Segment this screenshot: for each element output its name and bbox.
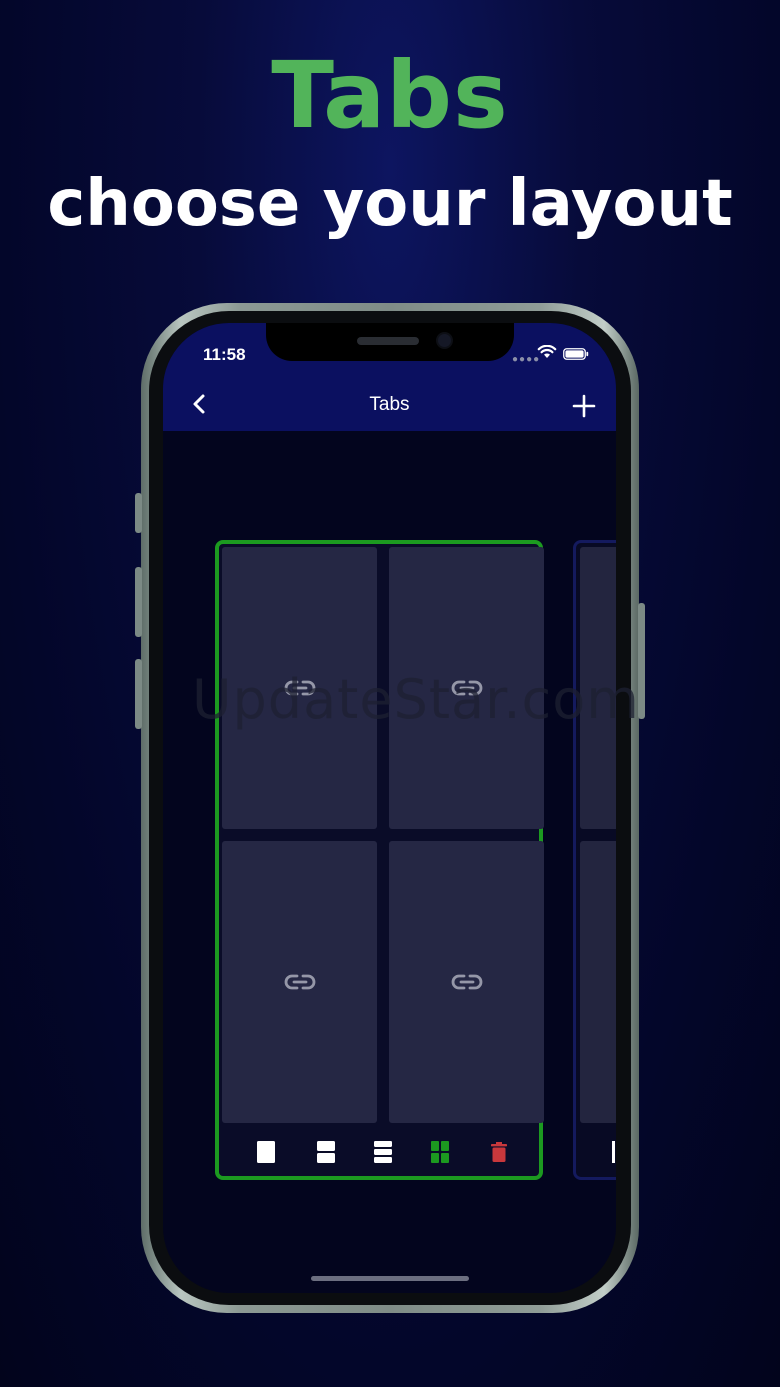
- front-camera: [438, 334, 451, 347]
- add-icon[interactable]: [571, 393, 597, 419]
- battery-icon: [563, 348, 589, 360]
- speaker-grille: [357, 337, 419, 345]
- phone-screen: 11:58 ●●●● Tabs: [163, 323, 616, 1293]
- notch: [266, 323, 514, 361]
- tab-pane: [580, 547, 616, 829]
- single-layout-icon[interactable]: [257, 1141, 275, 1163]
- volume-up-button: [135, 567, 142, 637]
- tab-pane[interactable]: [222, 547, 377, 829]
- tab-pane[interactable]: [389, 547, 544, 829]
- tab-pane: [580, 841, 616, 1123]
- next-tab-card[interactable]: [573, 540, 616, 1180]
- signal-icon: ●●●●: [512, 354, 541, 365]
- power-button: [638, 603, 645, 719]
- tab-pane[interactable]: [222, 841, 377, 1123]
- nav-title: Tabs: [369, 394, 410, 415]
- link-icon: [451, 680, 483, 696]
- link-icon: [284, 680, 316, 696]
- grid-layout-icon[interactable]: [431, 1141, 449, 1163]
- tab-pane[interactable]: [389, 841, 544, 1123]
- single-layout-icon: [612, 1141, 615, 1163]
- two-row-layout-icon[interactable]: [317, 1141, 335, 1163]
- promo-subheadline: choose your layout: [47, 167, 733, 241]
- promo-headline: Tabs: [271, 42, 509, 149]
- home-indicator: [311, 1276, 469, 1281]
- link-icon: [451, 974, 483, 990]
- volume-down-button: [135, 659, 142, 729]
- tab-layout-card[interactable]: [215, 540, 544, 1180]
- three-row-layout-icon[interactable]: [374, 1141, 392, 1163]
- trash-icon[interactable]: [491, 1142, 507, 1162]
- mute-switch: [135, 493, 142, 533]
- wifi-icon: [537, 345, 557, 358]
- status-time: 11:58: [203, 345, 246, 364]
- link-icon: [284, 974, 316, 990]
